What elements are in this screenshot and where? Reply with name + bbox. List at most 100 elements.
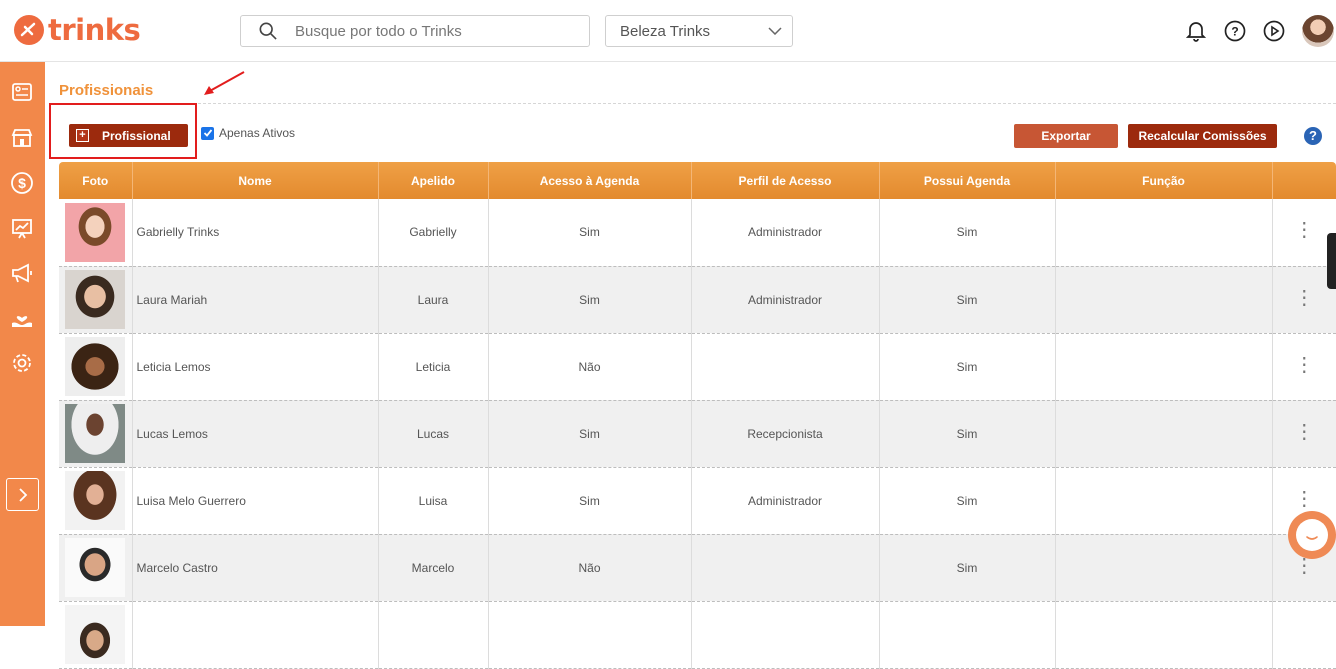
photo-cell <box>59 199 133 267</box>
has-agenda-cell: Sim <box>879 467 1056 535</box>
agenda-access-cell: Sim <box>488 467 692 535</box>
table-row[interactable]: Leticia Lemos Leticia Não Sim ⋮ <box>59 333 1336 401</box>
nickname-cell: Laura <box>378 266 489 334</box>
name-cell[interactable]: Gabrielly Trinks <box>132 199 379 267</box>
header-foto[interactable]: Foto <box>59 162 133 199</box>
global-search[interactable]: Busque por todo o Trinks <box>240 15 590 47</box>
professional-photo[interactable] <box>65 270 126 329</box>
role-cell <box>1055 467 1273 535</box>
photo-cell <box>59 601 133 669</box>
nickname-cell: Lucas <box>378 400 489 468</box>
check-icon <box>203 129 212 137</box>
kebab-menu-icon[interactable]: ⋮ <box>1294 489 1314 509</box>
access-profile-cell: Administrador <box>691 199 880 267</box>
has-agenda-cell: Sim <box>879 333 1056 401</box>
company-select[interactable]: Beleza Trinks <box>605 15 793 47</box>
dollar-icon[interactable]: $ <box>10 171 34 195</box>
kebab-menu-icon[interactable]: ⋮ <box>1294 220 1314 240</box>
professional-photo[interactable] <box>65 471 126 530</box>
access-profile-cell <box>691 333 880 401</box>
search-icon <box>259 22 277 40</box>
svg-text:?: ? <box>1231 25 1238 39</box>
role-cell <box>1055 199 1273 267</box>
play-circle-icon[interactable] <box>1263 20 1285 42</box>
logo-text: trinks <box>48 13 141 47</box>
add-professional-button[interactable]: + Profissional <box>69 124 188 147</box>
header-acesso-agenda[interactable]: Acesso à Agenda <box>488 162 692 199</box>
megaphone-icon[interactable] <box>10 261 34 285</box>
kebab-menu-icon[interactable]: ⋮ <box>1294 422 1314 442</box>
header-apelido[interactable]: Apelido <box>378 162 489 199</box>
header-perfil-acesso[interactable]: Perfil de Acesso <box>691 162 880 199</box>
row-menu-cell: ⋮ <box>1272 400 1336 468</box>
sidebar-expand-button[interactable] <box>6 478 39 511</box>
left-sidebar: $ <box>0 62 45 626</box>
name-cell[interactable]: Luisa Melo Guerrero <box>132 467 379 535</box>
access-profile-cell <box>691 601 880 669</box>
nickname-cell: Leticia <box>378 333 489 401</box>
professional-photo[interactable] <box>65 337 126 396</box>
chat-icon <box>1296 519 1328 551</box>
access-profile-cell <box>691 534 880 602</box>
professionals-table: Foto Nome Apelido Acesso à Agenda Perfil… <box>59 162 1336 669</box>
main-content: Profissionais + Profissional Apenas Ativ… <box>45 62 1336 669</box>
professional-photo[interactable] <box>65 202 126 262</box>
table-row[interactable]: Luisa Melo Guerrero Luisa Sim Administra… <box>59 467 1336 535</box>
header-possui-agenda[interactable]: Possui Agenda <box>879 162 1056 199</box>
has-agenda-cell: Sim <box>879 400 1056 468</box>
kebab-menu-icon[interactable]: ⋮ <box>1294 288 1314 308</box>
agenda-access-cell <box>488 601 692 669</box>
row-menu-cell <box>1272 601 1336 669</box>
agenda-access-cell: Não <box>488 534 692 602</box>
table-row[interactable] <box>59 601 1336 669</box>
chart-icon[interactable] <box>10 216 34 240</box>
name-cell[interactable]: Laura Mariah <box>132 266 379 334</box>
search-input[interactable]: Busque por todo o Trinks <box>295 23 462 40</box>
header-nome[interactable]: Nome <box>132 162 379 199</box>
only-active-filter[interactable]: Apenas Ativos <box>201 126 295 140</box>
header-funcao[interactable]: Função <box>1055 162 1273 199</box>
agenda-access-cell: Sim <box>488 400 692 468</box>
recalculate-commissions-button[interactable]: Recalcular Comissões <box>1128 124 1277 148</box>
professional-photo[interactable] <box>65 605 126 664</box>
company-select-value: Beleza Trinks <box>620 22 711 40</box>
top-bar: trinks Busque por todo o Trinks Beleza T… <box>0 0 1336 62</box>
dashboard-icon[interactable] <box>10 80 34 104</box>
side-feedback-tab[interactable] <box>1327 233 1336 289</box>
table-row[interactable]: Lucas Lemos Lucas Sim Recepcionista Sim … <box>59 400 1336 468</box>
hand-heart-icon[interactable] <box>10 307 34 331</box>
title-divider <box>53 103 1336 104</box>
plus-icon: + <box>76 129 89 142</box>
photo-cell <box>59 467 133 535</box>
export-button[interactable]: Exportar <box>1014 124 1118 148</box>
professional-photo[interactable] <box>65 404 126 463</box>
kebab-menu-icon[interactable]: ⋮ <box>1294 355 1314 375</box>
professional-photo[interactable] <box>65 538 126 597</box>
help-circle-icon[interactable]: ? <box>1224 20 1246 42</box>
trinks-logo[interactable]: trinks <box>14 13 141 47</box>
chevron-right-icon <box>18 487 27 502</box>
bell-icon[interactable] <box>1185 20 1207 42</box>
gear-icon[interactable] <box>10 351 34 375</box>
only-active-checkbox[interactable] <box>201 126 214 140</box>
table-row[interactable]: Marcelo Castro Marcelo Não Sim ⋮ <box>59 534 1336 602</box>
logo-mark-icon <box>14 15 44 45</box>
store-icon[interactable] <box>10 126 34 150</box>
user-avatar[interactable] <box>1302 15 1334 47</box>
access-profile-cell: Recepcionista <box>691 400 880 468</box>
name-cell[interactable]: Marcelo Castro <box>132 534 379 602</box>
name-cell[interactable]: Lucas Lemos <box>132 400 379 468</box>
header-actions: ? <box>1168 14 1336 48</box>
name-cell[interactable] <box>132 601 379 669</box>
chat-support-button[interactable] <box>1288 511 1336 559</box>
access-profile-cell: Administrador <box>691 467 880 535</box>
help-icon[interactable]: ? <box>1304 127 1322 145</box>
kebab-menu-icon[interactable]: ⋮ <box>1294 556 1314 576</box>
nickname-cell: Gabrielly <box>378 199 489 267</box>
table-row[interactable]: Gabrielly Trinks Gabrielly Sim Administr… <box>59 199 1336 267</box>
table-header-row: Foto Nome Apelido Acesso à Agenda Perfil… <box>59 162 1336 199</box>
row-menu-cell: ⋮ <box>1272 333 1336 401</box>
name-cell[interactable]: Leticia Lemos <box>132 333 379 401</box>
annotation-arrow-icon <box>204 71 245 95</box>
table-row[interactable]: Laura Mariah Laura Sim Administrador Sim… <box>59 266 1336 334</box>
